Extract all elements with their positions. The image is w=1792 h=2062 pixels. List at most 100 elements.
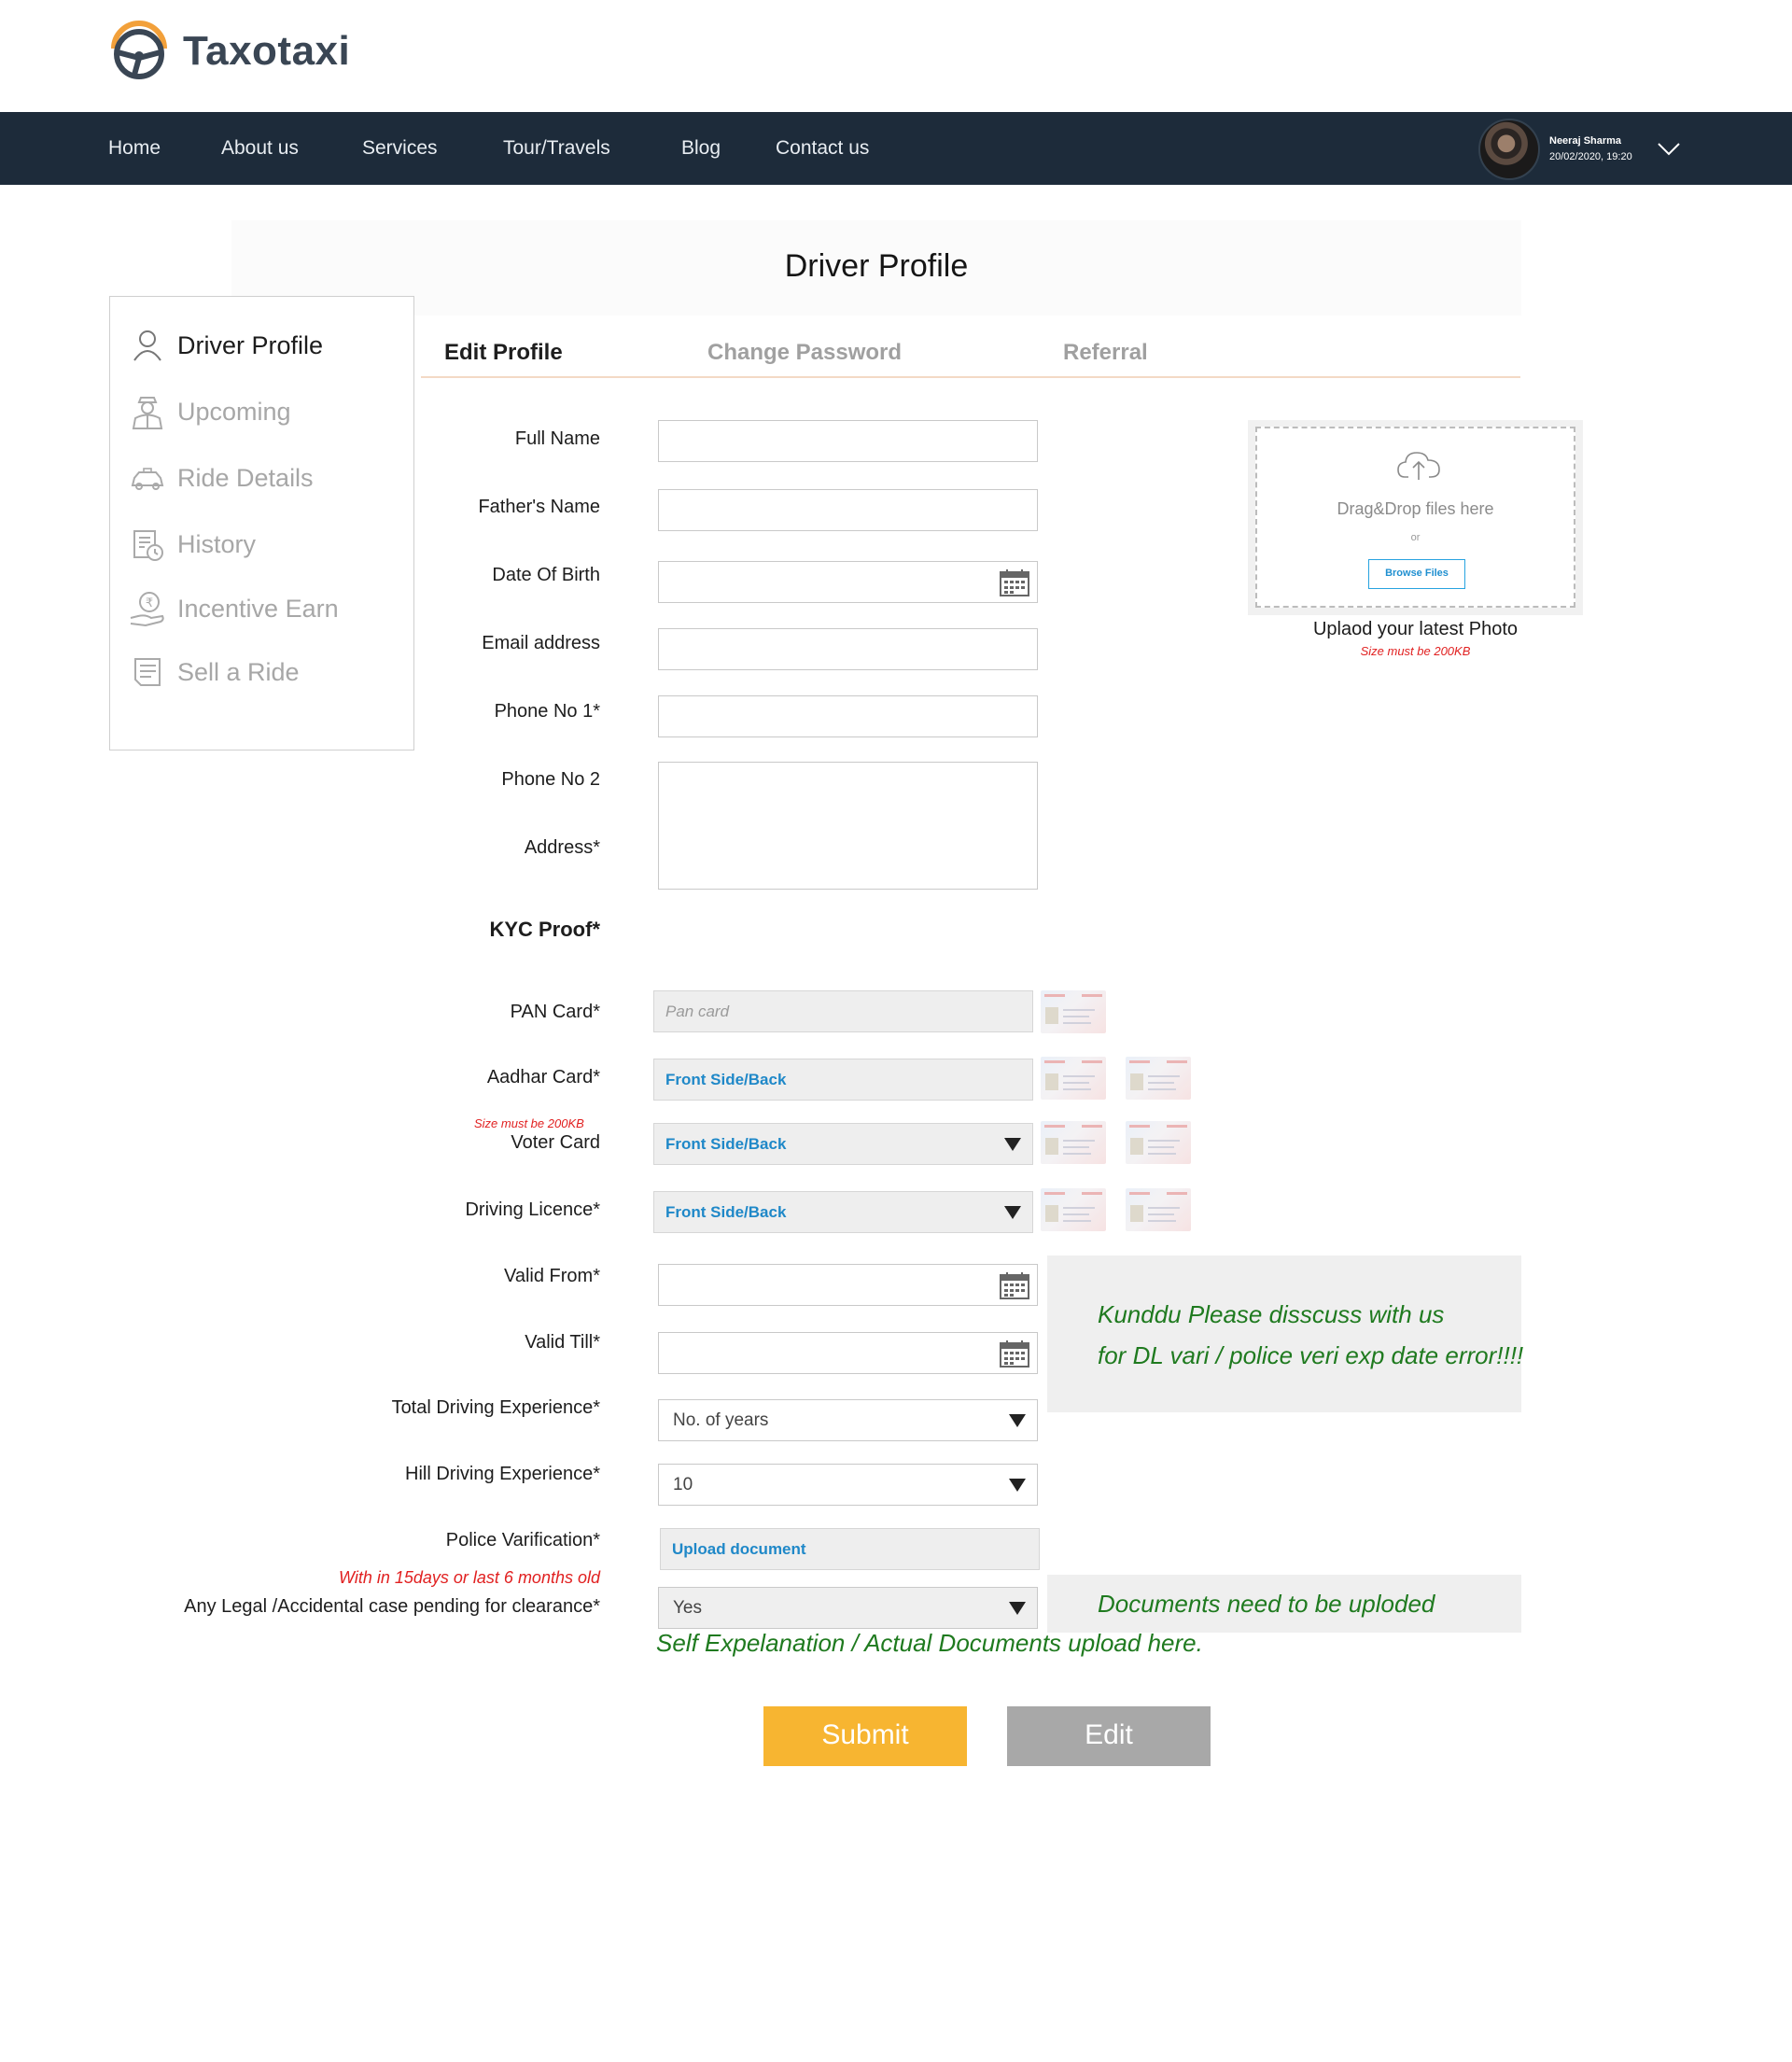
user-meta: Neeraj Sharma 20/02/2020, 19:20 (1549, 133, 1632, 165)
taxi-icon (131, 468, 164, 490)
dl-front-thumbnail[interactable] (1041, 1188, 1106, 1231)
valid-from-input[interactable] (658, 1264, 1038, 1306)
tab-change-password[interactable]: Change Password (707, 340, 902, 366)
voter-card-label: Voter Card (511, 1132, 600, 1153)
photo-upload-dropzone[interactable]: Drag&Drop files here or Browse Files (1248, 420, 1583, 615)
brand-logo[interactable]: Taxotaxi (108, 19, 350, 84)
tab-referral[interactable]: Referral (1063, 340, 1148, 366)
rupee-hand-icon: ₹ (130, 592, 164, 627)
email-label: Email address (482, 633, 600, 653)
kyc-proof-heading: KYC Proof* (489, 918, 600, 941)
aadhar-card-value: Front Side/Back (665, 1071, 787, 1088)
phone1-input[interactable] (658, 695, 1038, 737)
page-title: Driver Profile (784, 248, 969, 284)
nav-about-us[interactable]: About us (221, 137, 299, 160)
tab-edit-profile[interactable]: Edit Profile (444, 340, 563, 366)
voter-card-value: Front Side/Back (665, 1135, 787, 1153)
police-verification-upload[interactable]: Upload document (660, 1528, 1040, 1570)
user-datetime: 20/02/2020, 19:20 (1549, 151, 1632, 162)
pan-card-placeholder: Pan card (665, 1003, 730, 1020)
avatar[interactable] (1478, 119, 1540, 180)
nav-blog[interactable]: Blog (681, 137, 721, 160)
valid-till-label: Valid Till* (525, 1332, 600, 1353)
edit-button[interactable]: Edit (1007, 1706, 1211, 1766)
hill-experience-value: 10 (673, 1475, 693, 1494)
pan-card-label: PAN Card* (510, 1002, 600, 1022)
driving-licence-value: Front Side/Back (665, 1203, 787, 1221)
user-menu[interactable]: Neeraj Sharma 20/02/2020, 19:20 (1478, 119, 1681, 180)
sidebar-item-upcoming[interactable]: Upcoming (129, 390, 291, 433)
police-verification-value: Upload document (672, 1540, 806, 1558)
sidebar-item-incentive-earn[interactable]: ₹ Incentive Earn (129, 587, 339, 630)
browse-files-button[interactable]: Browse Files (1368, 559, 1465, 589)
calendar-icon[interactable] (1000, 1340, 1029, 1368)
police-verification-note: With in 15days or last 6 months old (339, 1568, 600, 1587)
user-name: Neeraj Sharma (1549, 135, 1622, 147)
total-experience-value: No. of years (673, 1410, 769, 1430)
nav-tour-travels[interactable]: Tour/Travels (503, 137, 610, 160)
sidebar-item-label: Sell a Ride (177, 657, 300, 686)
pan-card-field[interactable]: Pan card (653, 990, 1033, 1032)
sidebar-item-sell-a-ride[interactable]: Sell a Ride (129, 651, 300, 694)
valid-from-label: Valid From* (504, 1266, 600, 1286)
chevron-down-icon[interactable] (1657, 142, 1681, 157)
history-icon (133, 530, 163, 561)
driving-licence-label: Driving Licence* (465, 1199, 600, 1220)
address-label: Address* (524, 837, 600, 858)
sidebar-item-label: Ride Details (177, 463, 314, 492)
nav-contact-us[interactable]: Contact us (776, 137, 869, 160)
dob-label: Date Of Birth (492, 565, 600, 585)
tab-underline (421, 376, 1520, 378)
photo-size-note: Size must be 200KB (1360, 644, 1471, 658)
valid-till-input[interactable] (658, 1332, 1038, 1374)
sidebar-item-driver-profile[interactable]: Driver Profile (129, 324, 323, 367)
voter-card-select[interactable]: Front Side/Back (653, 1123, 1033, 1165)
calendar-icon[interactable] (1000, 568, 1029, 596)
phone1-label: Phone No 1* (494, 701, 600, 722)
sidebar-item-label: History (177, 529, 257, 558)
svg-text:₹: ₹ (146, 596, 153, 610)
father-name-input[interactable] (658, 489, 1038, 531)
hill-experience-label: Hill Driving Experience* (405, 1464, 600, 1484)
docs-note: Documents need to be uploded (1098, 1590, 1435, 1618)
nav-home[interactable]: Home (108, 137, 161, 160)
sidebar-item-ride-details[interactable]: Ride Details (129, 456, 314, 499)
aadhar-card-field[interactable]: Front Side/Back (653, 1059, 1033, 1101)
dl-back-thumbnail[interactable] (1126, 1188, 1191, 1231)
voter-back-thumbnail[interactable] (1126, 1121, 1191, 1164)
pan-card-thumbnail[interactable] (1041, 990, 1106, 1033)
page-title-band: Driver Profile (231, 220, 1521, 316)
full-name-input[interactable] (658, 420, 1038, 462)
photo-upload-caption: Uplaod your latest Photo (1312, 619, 1519, 639)
dob-input[interactable] (658, 561, 1038, 603)
total-experience-select[interactable]: No. of years (658, 1399, 1038, 1441)
phone2-label: Phone No 2 (501, 769, 600, 790)
nav-services[interactable]: Services (362, 137, 438, 160)
hill-experience-select[interactable]: 10 (658, 1464, 1038, 1506)
total-experience-label: Total Driving Experience* (391, 1397, 600, 1418)
sidebar-item-label: Upcoming (177, 397, 291, 426)
calendar-icon[interactable] (1000, 1271, 1029, 1299)
email-input[interactable] (658, 628, 1038, 670)
list-icon (134, 658, 161, 686)
dropdown-arrow-icon (1009, 1602, 1026, 1615)
address-textarea[interactable] (658, 762, 1038, 890)
dl-note-line2: for DL vari / police veri exp date error… (1098, 1341, 1524, 1369)
driving-licence-select[interactable]: Front Side/Back (653, 1191, 1033, 1233)
sidebar-item-history[interactable]: History (129, 523, 256, 566)
voter-front-thumbnail[interactable] (1041, 1121, 1106, 1164)
steering-wheel-logo-icon (111, 21, 167, 79)
or-text: or (1410, 532, 1421, 543)
submit-button[interactable]: Submit (763, 1706, 967, 1766)
aadhar-front-thumbnail[interactable] (1041, 1057, 1106, 1100)
aadhar-back-thumbnail[interactable] (1126, 1057, 1191, 1100)
legal-case-select[interactable]: Yes (658, 1587, 1038, 1629)
dl-note-box (1047, 1255, 1521, 1412)
aadhar-card-label: Aadhar Card* (486, 1067, 600, 1087)
legal-case-value: Yes (673, 1598, 702, 1618)
sidebar-item-label: Incentive Earn (177, 594, 339, 623)
dropdown-arrow-icon (1004, 1206, 1021, 1219)
father-name-label: Father's Name (478, 497, 600, 517)
sidebar-item-label: Driver Profile (177, 330, 324, 359)
user-icon (133, 330, 161, 361)
